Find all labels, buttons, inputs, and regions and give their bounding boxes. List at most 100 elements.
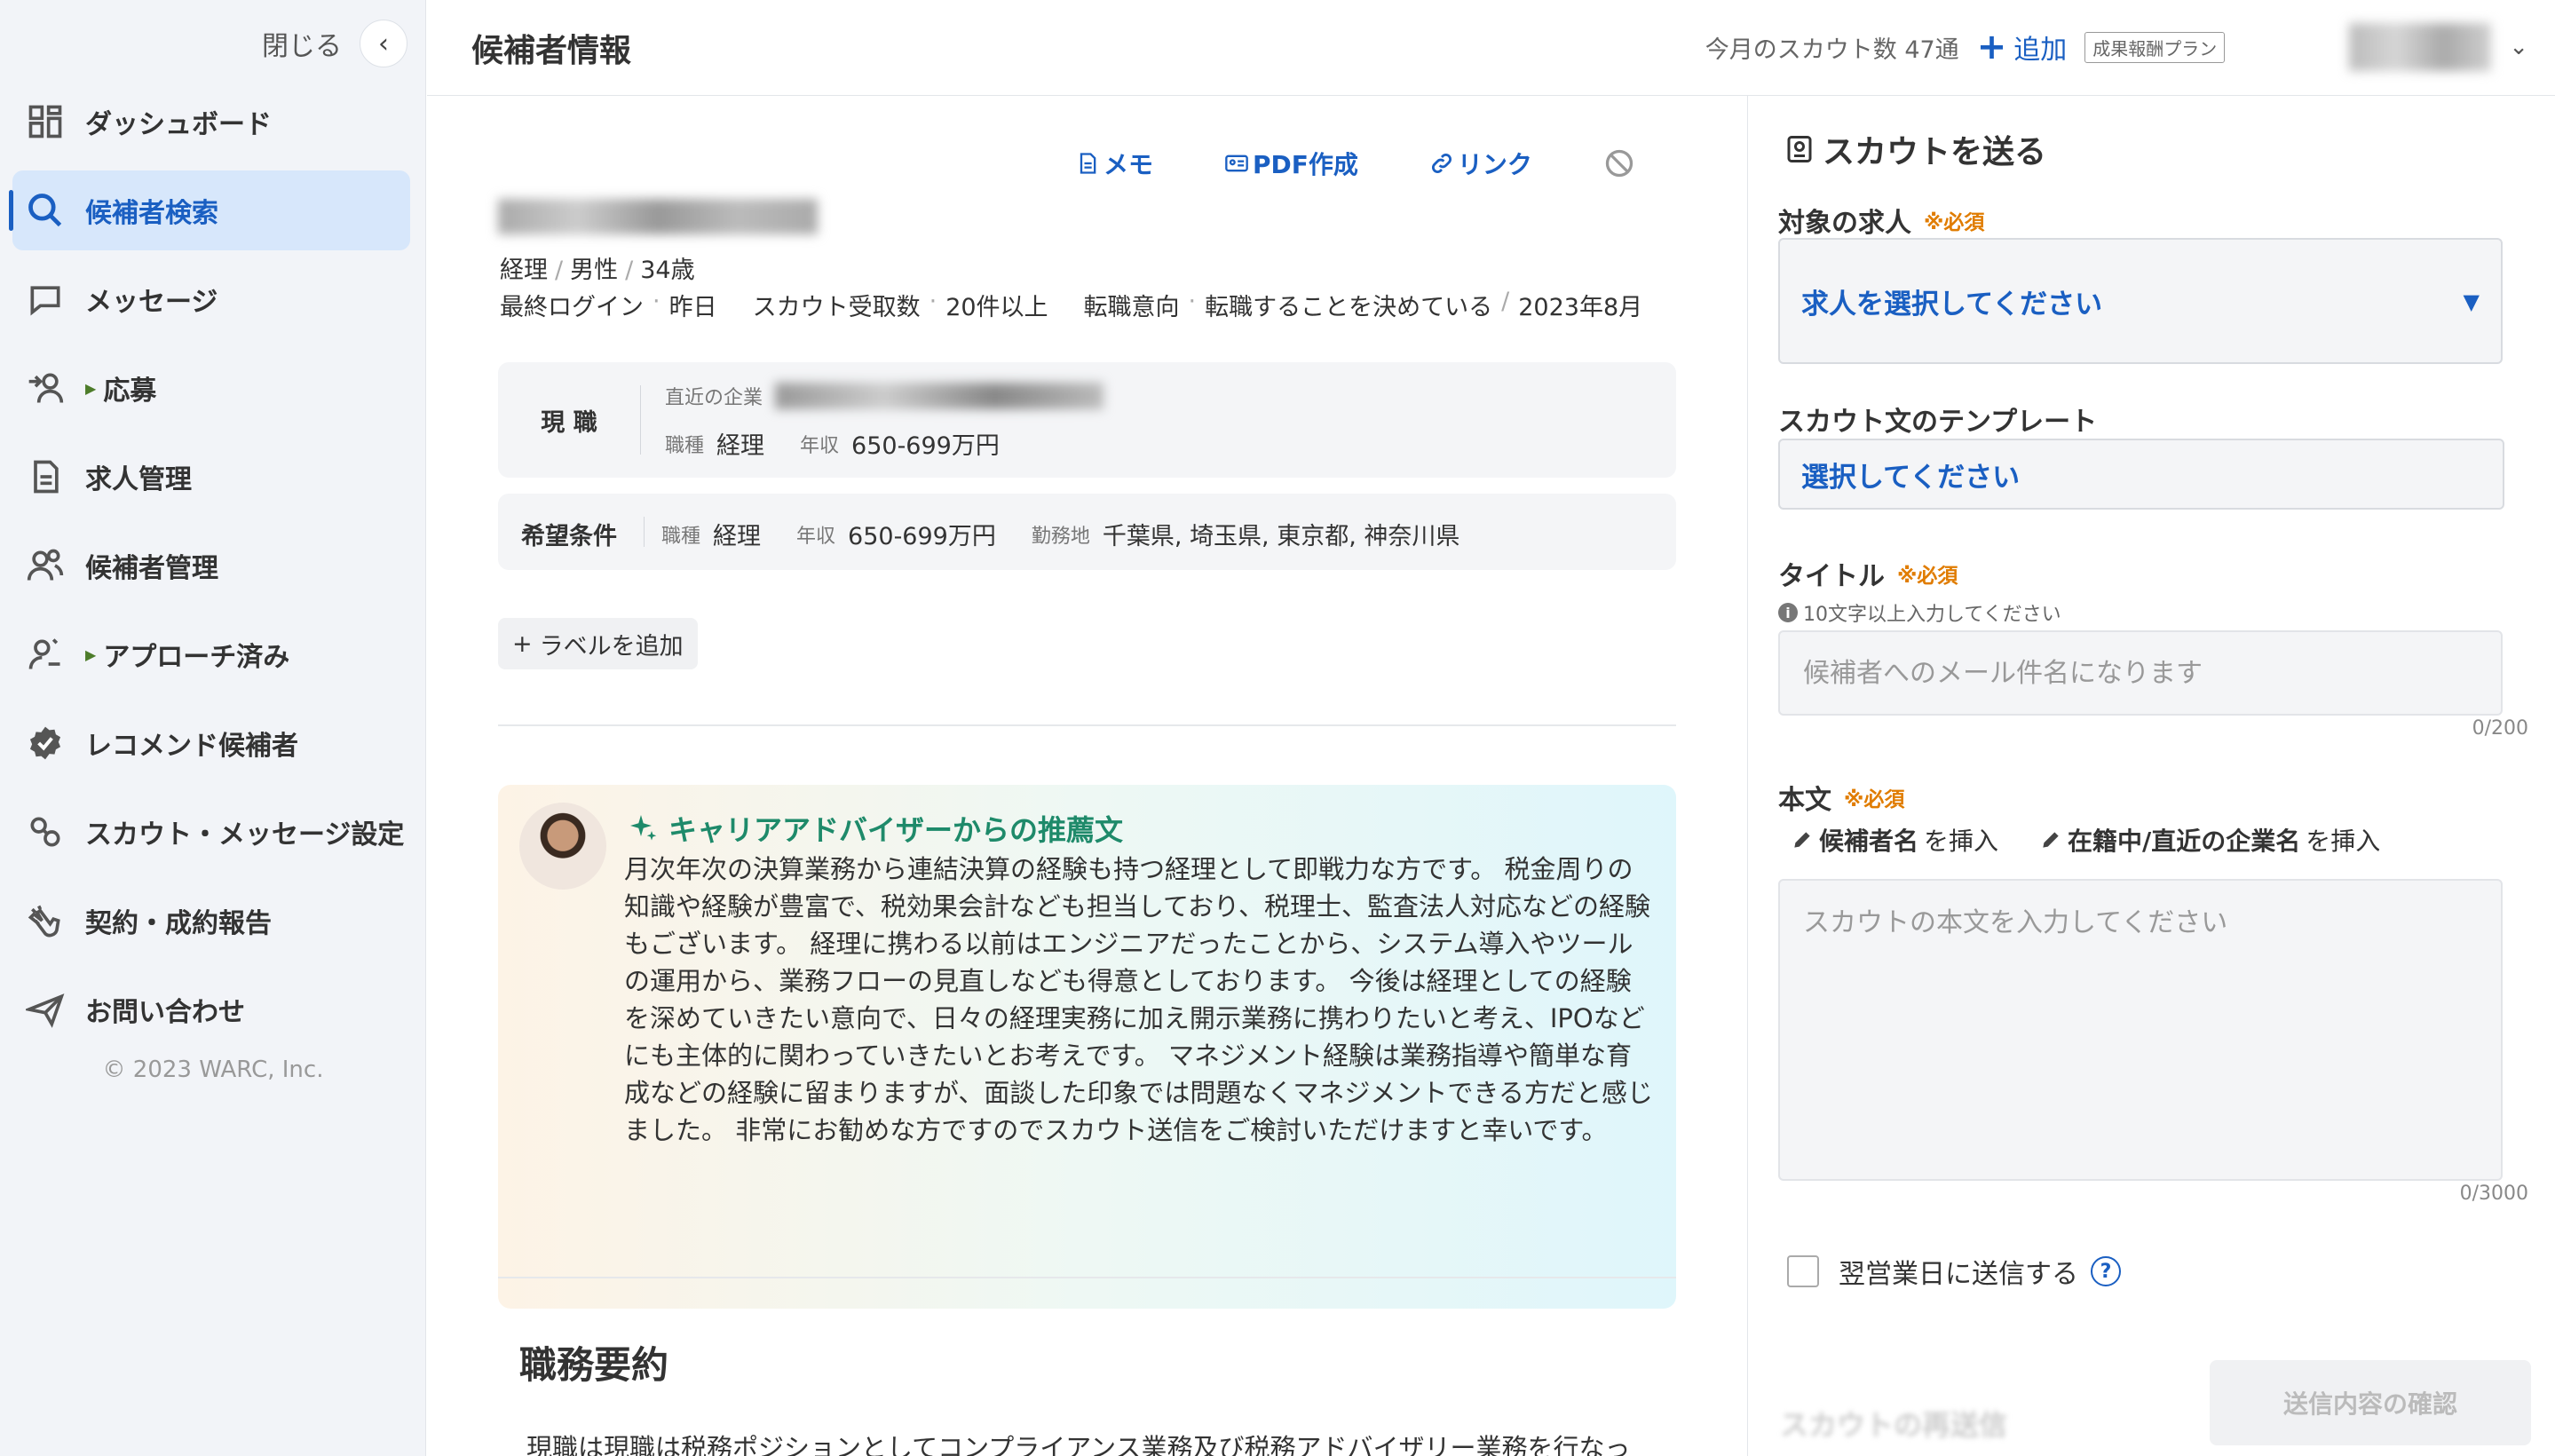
- title-field-label: タイトル ※必須: [1778, 554, 1958, 593]
- scout-panel-title-text: スカウトを送る: [1823, 134, 2047, 170]
- add-label: 追加: [2013, 35, 2068, 66]
- sidebar-close[interactable]: 閉じる ‹: [262, 20, 407, 67]
- sidebar-item-label: お問い合わせ: [85, 997, 245, 1028]
- body-field-label-text: 本文: [1778, 785, 1831, 816]
- chat-icon: [23, 277, 67, 321]
- recommendation-title: キャリアアドバイザーからの推薦文: [628, 808, 1123, 849]
- intent-date: 2023年8月: [1518, 294, 1643, 321]
- id-card-icon: [1225, 154, 1248, 172]
- confirm-button[interactable]: 送信内容の確認: [2210, 1360, 2531, 1445]
- settings-link-icon: [23, 810, 67, 854]
- link-button[interactable]: リンク: [1429, 146, 1532, 181]
- copyright: © 2023 WARC, Inc.: [102, 1056, 324, 1083]
- pdf-label: PDF作成: [1253, 150, 1358, 179]
- sidebar-item-label: スカウト・メッセージ設定: [85, 819, 405, 851]
- pencil-icon: [1794, 832, 1810, 848]
- help-icon[interactable]: ?: [2091, 1256, 2121, 1286]
- scout-received-label: スカウト受取数: [752, 294, 921, 321]
- sidebar-item-approached[interactable]: ▶ アプローチ済み: [12, 614, 410, 694]
- grid-icon: [23, 99, 67, 144]
- intent-label: 転職意向: [1083, 294, 1180, 321]
- chevron-left-icon[interactable]: ‹: [360, 20, 407, 67]
- sidebar-item-dashboard[interactable]: ダッシュボード: [12, 82, 410, 162]
- template-select[interactable]: 選択してください: [1778, 439, 2504, 510]
- job-select-value: 求人を選択してください: [1801, 288, 2103, 320]
- scout-form-icon: [1787, 136, 1812, 162]
- block-button[interactable]: [1603, 147, 1635, 179]
- desired-conditions-card: 希望条件 職種 経理 年収 650-699万円 勤務地 千葉県, 埼玉県, 東京…: [498, 494, 1676, 570]
- caret-right-icon: ▶: [85, 379, 97, 397]
- current-job-type: 経理: [716, 432, 765, 460]
- divider: [498, 1277, 1676, 1278]
- candidate-detail: メモ PDF作成 リンク 経理 / 男性/34歳 最終ログイン · 昨日 スカウト受…: [427, 96, 1747, 1456]
- pdf-button[interactable]: PDF作成: [1224, 146, 1358, 181]
- current-salary-label: 年収: [800, 434, 840, 457]
- intent-value: 転職することを決めている: [1205, 294, 1493, 321]
- desired-salary-label: 年収: [796, 525, 836, 548]
- title-input[interactable]: [1778, 630, 2503, 716]
- sidebar-item-messages[interactable]: メッセージ: [12, 259, 410, 339]
- sidebar-item-candidate-search[interactable]: 候補者検索: [9, 170, 410, 250]
- sidebar-item-label: ダッシュボード: [85, 109, 272, 140]
- current-job-label: 現 職: [541, 409, 597, 437]
- desired-location: 千葉県, 埼玉県, 東京都, 神奈川県: [1102, 523, 1460, 550]
- paper-plane-icon: [23, 987, 67, 1032]
- desired-job-type-label: 職種: [661, 525, 701, 548]
- company-label: 直近の企業: [665, 387, 763, 409]
- body-counter: 0/3000: [2459, 1183, 2528, 1205]
- link-label: リンク: [1457, 150, 1532, 179]
- user-approach-icon: [23, 632, 67, 677]
- recommendation-card: キャリアアドバイザーからの推薦文 月次年次の決算業務から連結決算の経験も持つ経理…: [498, 785, 1676, 1309]
- plus-icon: +: [1976, 27, 2007, 67]
- insert-candidate-name-button[interactable]: 候補者名 を挿入: [1791, 822, 1998, 858]
- memo-button[interactable]: メモ: [1075, 146, 1153, 181]
- title-hint: i 10文字以上入力してください: [1778, 598, 2061, 627]
- pencil-icon: [2043, 832, 2059, 848]
- job-field-label-text: 対象の求人: [1778, 208, 1911, 239]
- required-mark: ※必須: [1844, 788, 1905, 811]
- insert-company-name-button[interactable]: 在籍中/直近の企業名 を挿入: [2039, 822, 2380, 858]
- current-salary: 650-699万円: [851, 432, 1000, 460]
- triangle-down-icon: ▼: [2463, 289, 2480, 314]
- sidebar-item-contracts[interactable]: 契約・成約報告: [12, 881, 410, 961]
- next-day-checkbox[interactable]: [1787, 1255, 1819, 1287]
- sidebar-item-label: 候補者検索: [85, 198, 218, 229]
- user-menu[interactable]: [2349, 23, 2492, 71]
- header: 候補者情報 今月のスカウト数 47通 + 追加 成果報酬プラン ⌄: [427, 0, 2555, 96]
- desired-job-type: 経理: [713, 523, 762, 550]
- link-icon: [1431, 154, 1452, 173]
- body-textarea[interactable]: [1778, 879, 2503, 1181]
- chevron-down-icon[interactable]: ⌄: [2509, 34, 2528, 60]
- candidate-gender: 男性: [570, 257, 619, 284]
- candidate-name: [498, 199, 818, 234]
- recommendation-title-text: キャリアアドバイザーからの推薦文: [668, 813, 1124, 847]
- candidate-age: 34歳: [640, 257, 695, 284]
- sidebar-item-candidate-management[interactable]: 候補者管理: [12, 526, 410, 605]
- add-label-button[interactable]: + ラベルを追加: [498, 618, 698, 669]
- insert-suffix: を挿入: [1924, 827, 1999, 856]
- sidebar-item-contact[interactable]: お問い合わせ: [12, 969, 410, 1049]
- page-title: 候補者情報: [471, 33, 632, 69]
- sidebar-item-job-management[interactable]: 求人管理: [12, 437, 410, 517]
- add-scout-button[interactable]: + 追加: [1977, 28, 2068, 67]
- job-select[interactable]: 求人を選択してください ▼: [1778, 238, 2503, 364]
- desired-location-label: 勤務地: [1031, 525, 1090, 548]
- title-field-label-text: タイトル: [1778, 561, 1885, 592]
- body-field-label: 本文 ※必須: [1778, 778, 1904, 817]
- title-hint-text: 10文字以上入力してください: [1803, 604, 2061, 626]
- memo-icon: [1080, 153, 1096, 174]
- sidebar-item-scout-settings[interactable]: スカウト・メッセージ設定: [12, 792, 410, 872]
- plus-icon: +: [512, 629, 533, 658]
- user-arrow-icon: [23, 366, 67, 410]
- sidebar-item-label: 応募: [103, 376, 157, 407]
- insert-suffix: を挿入: [2306, 827, 2381, 856]
- clap-icon: [23, 898, 67, 943]
- sidebar-item-label: レコメンド候補者: [85, 731, 298, 762]
- required-mark: ※必須: [1897, 565, 1958, 588]
- add-label-text: ラベルを追加: [539, 632, 684, 661]
- sidebar-item-label: 契約・成約報告: [85, 908, 272, 939]
- search-icon: [23, 188, 67, 233]
- sidebar-item-recommended[interactable]: レコメンド候補者: [12, 703, 410, 783]
- block-icon: [1605, 149, 1633, 178]
- sidebar-item-applications[interactable]: ▶ 応募: [12, 348, 410, 428]
